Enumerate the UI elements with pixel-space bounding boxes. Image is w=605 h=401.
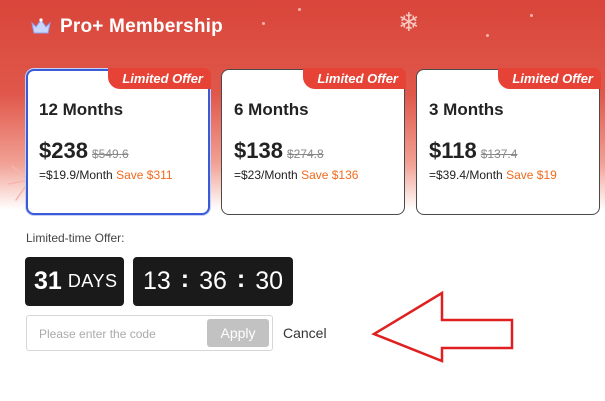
limited-time-offer-label: Limited-time Offer: — [26, 231, 125, 245]
membership-header: Pro+ Membership — [30, 12, 223, 42]
decor-dot — [262, 22, 265, 25]
time-separator: : — [180, 265, 190, 293]
countdown-clock: 13 : 36 : 30 — [133, 257, 293, 306]
monthly-price: =$19.9/Month Save $311 — [39, 168, 173, 182]
plan-price: $118 — [429, 138, 477, 163]
savings-text: Save $136 — [301, 168, 359, 182]
hours-value: 13 — [142, 267, 171, 295]
monthly-price: =$23/Month Save $136 — [234, 168, 358, 182]
decor-dot — [486, 34, 489, 37]
monthly-rate: =$23/Month — [234, 168, 298, 182]
price-row: $138 $274.8 — [234, 138, 324, 164]
snowflake-icon: ❄ — [398, 8, 420, 38]
countdown-days: 31 DAYS — [25, 257, 124, 306]
plan-price: $238 — [39, 138, 88, 163]
plan-duration: 12 Months — [39, 100, 124, 119]
original-price: $137.4 — [480, 147, 518, 161]
limited-offer-badge: Limited Offer — [498, 68, 601, 89]
decor-dot — [530, 14, 533, 17]
apply-button[interactable]: Apply — [207, 319, 269, 347]
plan-card-12-months[interactable]: Limited Offer 12 Months $238 $549.6 =$19… — [26, 68, 211, 215]
limited-offer-badge: Limited Offer — [108, 68, 211, 89]
days-unit: DAYS — [67, 271, 118, 291]
price-row: $118 $137.4 — [429, 138, 517, 164]
cancel-button[interactable]: Cancel — [283, 325, 327, 341]
time-separator: : — [236, 265, 246, 293]
monthly-rate: =$19.9/Month — [39, 168, 113, 182]
red-arrow-annotation — [371, 290, 514, 363]
seconds-value: 30 — [255, 267, 284, 295]
monthly-rate: =$39.4/Month — [429, 168, 503, 182]
limited-offer-badge: Limited Offer — [303, 68, 406, 89]
minutes-value: 36 — [199, 267, 227, 295]
price-row: $238 $549.6 — [39, 138, 129, 164]
monthly-price: =$39.4/Month Save $19 — [429, 168, 557, 182]
decor-dot — [298, 8, 301, 11]
savings-text: Save $311 — [116, 168, 173, 182]
plan-duration: 6 Months — [234, 100, 309, 119]
plan-price: $138 — [234, 138, 283, 163]
promo-code-field: Apply — [26, 315, 273, 351]
crown-icon — [31, 18, 51, 34]
original-price: $549.6 — [91, 147, 129, 161]
promo-code-input[interactable] — [39, 324, 209, 344]
days-value: 31 — [34, 267, 62, 295]
page-title: Pro+ Membership — [60, 16, 223, 37]
plan-card-6-months[interactable]: Limited Offer 6 Months $138 $274.8 =$23/… — [221, 68, 406, 215]
original-price: $274.8 — [286, 147, 324, 161]
plan-duration: 3 Months — [429, 100, 504, 119]
savings-text: Save $19 — [506, 168, 557, 182]
plan-card-3-months[interactable]: Limited Offer 3 Months $118 $137.4 =$39.… — [416, 68, 601, 215]
